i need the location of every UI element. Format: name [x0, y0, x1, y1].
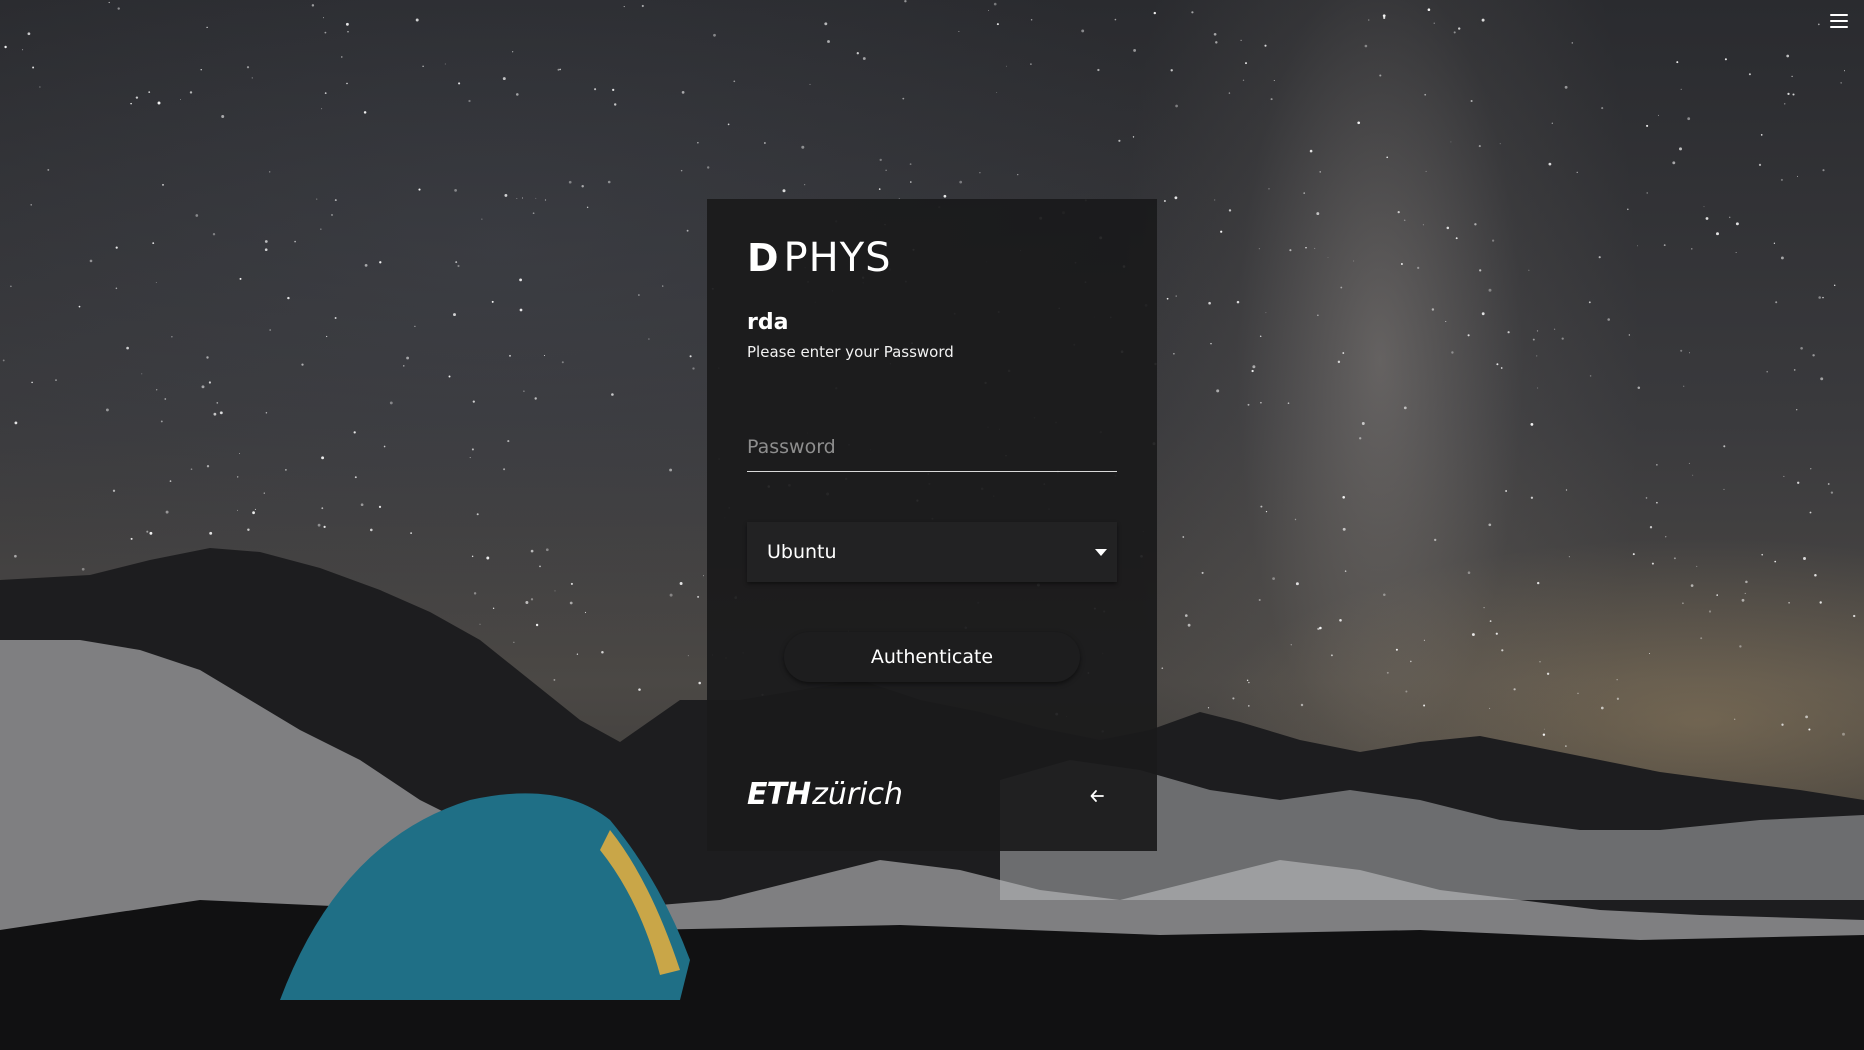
hamburger-menu-icon[interactable]: [1830, 12, 1848, 30]
arrow-left-glyph: [1090, 790, 1104, 802]
logo-mark: D: [747, 236, 779, 280]
password-instruction: Please enter your Password: [747, 343, 954, 361]
login-card: D PHYS rda Please enter your Password Ub…: [707, 199, 1157, 851]
dphys-logo: D PHYS: [747, 235, 892, 281]
eth-logo-rest: zürich: [812, 777, 904, 812]
logo-name: PHYS: [783, 235, 892, 281]
eth-zurich-logo: ETH zürich: [747, 777, 903, 812]
session-select[interactable]: Ubuntu: [747, 522, 1117, 582]
authenticate-button[interactable]: Authenticate: [784, 632, 1080, 682]
password-input[interactable]: [747, 423, 1117, 472]
username-label: rda: [747, 310, 789, 335]
menu-bar: [1830, 20, 1848, 22]
menu-bar: [1830, 14, 1848, 16]
caret-down-icon: [1095, 548, 1107, 556]
login-screen: D PHYS rda Please enter your Password Ub…: [0, 0, 1864, 1050]
menu-bar: [1830, 26, 1848, 28]
session-selected-value: Ubuntu: [767, 541, 837, 563]
eth-logo-bold: ETH: [747, 777, 811, 812]
arrow-left-icon[interactable]: [1085, 784, 1109, 808]
